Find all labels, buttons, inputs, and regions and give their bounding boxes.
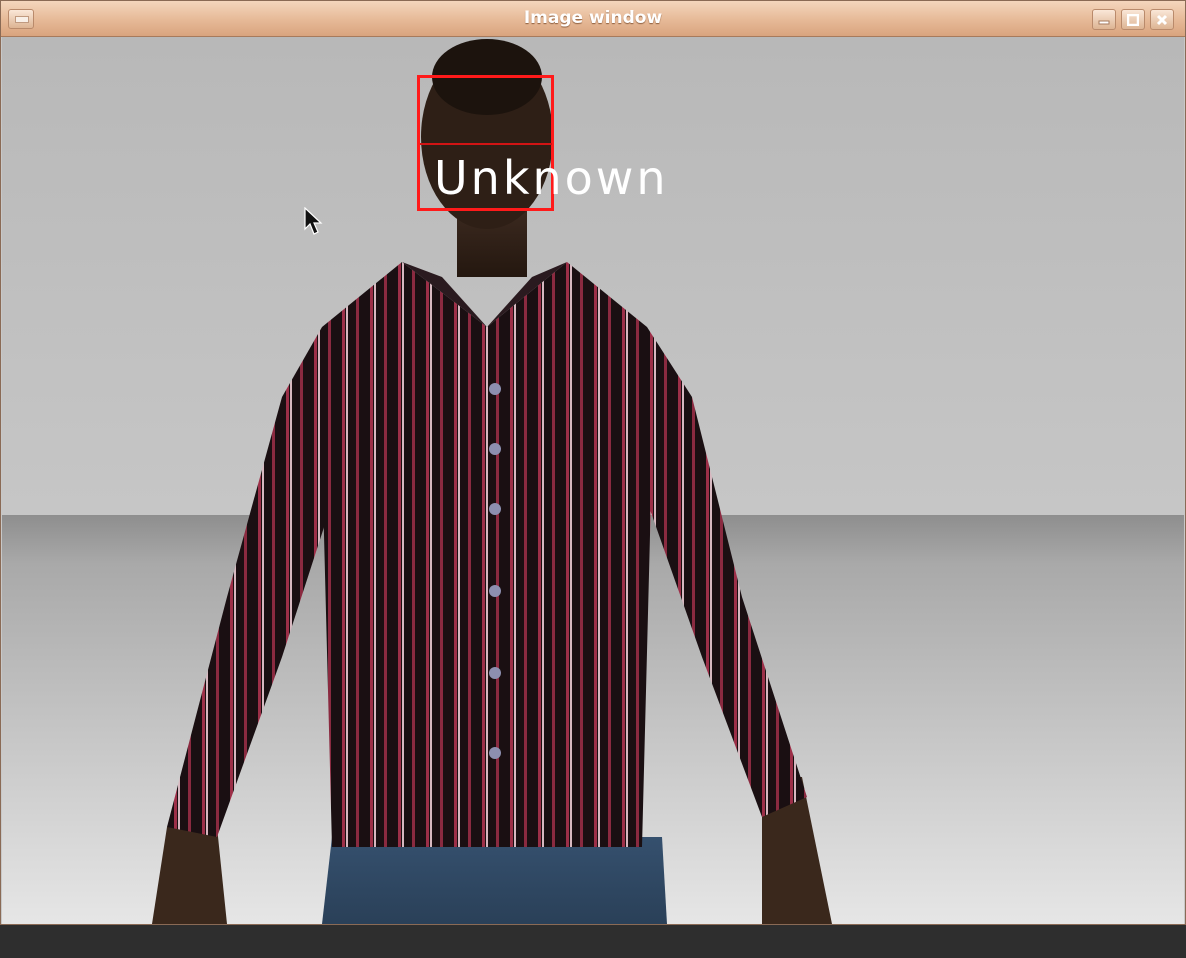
minimize-button[interactable] [1092, 9, 1116, 30]
maximize-icon [1127, 14, 1139, 26]
image-window: Image window Unknown [0, 0, 1186, 925]
close-button[interactable] [1150, 9, 1174, 30]
status-bar [0, 925, 1186, 958]
close-icon [1156, 14, 1168, 26]
mouse-cursor-icon [304, 207, 323, 235]
face-recognition-label: Unknown [434, 151, 669, 205]
title-bar[interactable]: Image window [1, 1, 1185, 37]
minimize-icon [1098, 20, 1110, 25]
camera-image: Unknown [2, 37, 1184, 924]
face-box-divider [420, 143, 552, 145]
maximize-button[interactable] [1121, 9, 1145, 30]
window-title: Image window [523, 8, 663, 28]
